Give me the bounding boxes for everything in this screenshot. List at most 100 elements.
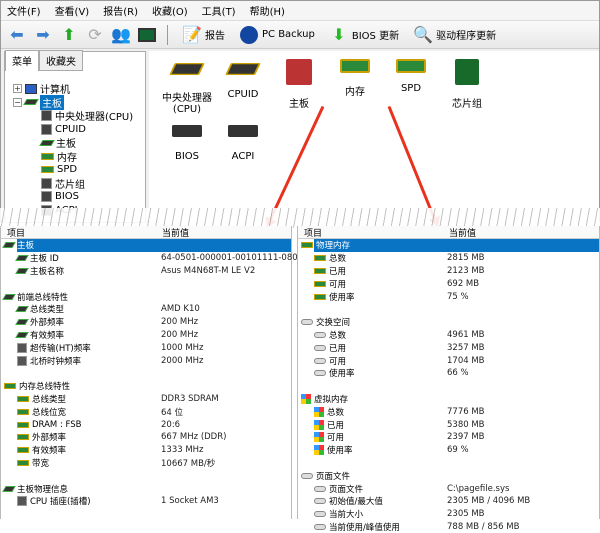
monitor-icon[interactable] <box>137 25 157 45</box>
table-row[interactable]: 使用率 75 % <box>298 290 599 303</box>
tree-item[interactable]: CPUID <box>13 123 133 137</box>
item-label: 前端总线特性 <box>17 292 69 303</box>
group-row[interactable]: 内存总线特性 <box>1 380 291 393</box>
table-row[interactable]: 总线位宽 64 位 <box>1 405 291 418</box>
menu-favorites[interactable]: 收藏(O) <box>152 3 188 18</box>
item-label: 外部频率 <box>30 318 65 329</box>
table-row[interactable]: 总数 4961 MB <box>298 329 599 342</box>
group-row[interactable]: 交换空间 <box>298 316 599 329</box>
item-value: 66 % <box>447 368 469 379</box>
table-row[interactable]: 可用 2397 MB <box>298 431 599 444</box>
group-row[interactable]: 主板 <box>1 239 291 252</box>
table-row[interactable]: 初始值/最大值 2305 MB / 4096 MB <box>298 495 599 508</box>
menu-help[interactable]: 帮助(H) <box>250 3 285 18</box>
table-row[interactable]: 总线类型 AMD K10 <box>1 303 291 316</box>
table-row[interactable]: 主板 ID 64-0501-000001-00101111-08031 <box>1 252 308 265</box>
navigation-tree: +计算机 −主板 中央处理器(CPU)CPUID主板内存SPD芯片组BIOSAC… <box>13 82 133 217</box>
icon-item[interactable]: CPUID <box>213 59 273 100</box>
chip-icon <box>225 63 261 75</box>
mem-icon <box>17 395 29 402</box>
group-row[interactable]: 虚拟内存 <box>298 393 599 406</box>
disk-icon <box>314 344 326 351</box>
tree-label: BIOS <box>55 191 80 203</box>
icon-item[interactable]: 内存 <box>325 59 385 98</box>
group-row[interactable]: 物理内存 <box>298 239 599 252</box>
tree-item-computer[interactable]: + 计算机 <box>13 82 133 96</box>
table-row[interactable]: 可用 1704 MB <box>298 354 599 367</box>
icon-item[interactable]: ACPI <box>213 121 273 162</box>
collapse-icon[interactable]: − <box>13 97 22 107</box>
table-row[interactable]: 外部频率 200 MHz <box>1 316 291 329</box>
item-icon <box>41 166 54 174</box>
expand-icon[interactable]: + <box>13 84 22 94</box>
table-row[interactable]: 带宽 10667 MB/秒 <box>1 457 291 470</box>
table-row[interactable]: DRAM : FSB 20:6 <box>1 418 291 431</box>
pc-backup-button[interactable]: PC Backup <box>235 25 319 45</box>
back-arrow-icon[interactable]: ⬅ <box>7 25 27 45</box>
table-row[interactable]: 总数 2815 MB <box>298 252 599 265</box>
item-label: 北桥时钟频率 <box>30 356 82 367</box>
menu-file[interactable]: 文件(F) <box>7 3 41 18</box>
group-row[interactable]: 页面文件 <box>298 469 599 482</box>
tree-item[interactable]: 芯片组 <box>13 177 133 191</box>
tree-item[interactable]: 中央处理器(CPU) <box>13 109 133 123</box>
table-row[interactable]: 页面文件 C:\pagefile.sys <box>298 482 599 495</box>
table-row[interactable]: 超传输(HT)频率 1000 MHz <box>1 341 291 354</box>
table-row[interactable]: 总线类型 DDR3 SDRAM <box>1 393 291 406</box>
table-row[interactable]: 有效频率 200 MHz <box>1 329 291 342</box>
chip-icon <box>169 63 205 75</box>
refresh-icon[interactable]: ⟳ <box>85 25 105 45</box>
icon-item[interactable]: SPD <box>381 59 441 94</box>
icon-item[interactable]: 中央处理器 (CPU) <box>157 59 217 115</box>
users-icon[interactable]: 👥 <box>111 25 131 45</box>
icon-item[interactable]: BIOS <box>157 121 217 162</box>
table-row[interactable]: 使用率 66 % <box>298 367 599 380</box>
column-value[interactable]: 当前值 <box>443 226 476 239</box>
menu-report[interactable]: 报告(R) <box>103 3 138 18</box>
table-row[interactable]: 总数 7776 MB <box>298 405 599 418</box>
mem-icon <box>314 280 326 287</box>
column-item[interactable]: 项目 <box>298 226 443 239</box>
column-item[interactable]: 项目 <box>1 226 156 239</box>
tab-menu[interactable]: 菜单 <box>5 50 39 71</box>
tree-item[interactable]: 内存 <box>13 150 133 164</box>
icon-item[interactable]: 主板 <box>269 59 329 110</box>
item-value: 20:6 <box>161 419 181 430</box>
tree-item-motherboard[interactable]: − 主板 <box>13 94 133 110</box>
tree-item[interactable]: SPD <box>13 163 133 177</box>
tree-item[interactable]: 主板 <box>13 136 133 150</box>
icon-label: 中央处理器 (CPU) <box>162 93 212 115</box>
tab-favorites[interactable]: 收藏夹 <box>39 50 83 71</box>
report-button[interactable]: 📝 报告 <box>178 25 229 45</box>
table-row[interactable]: 已用 5380 MB <box>298 418 599 431</box>
item-icon <box>39 139 55 146</box>
menu-tools[interactable]: 工具(T) <box>202 3 236 18</box>
menu-view[interactable]: 查看(V) <box>55 3 90 18</box>
item-label: 使用率 <box>327 446 353 457</box>
up-arrow-icon[interactable]: ⬆ <box>59 25 79 45</box>
driver-update-button[interactable]: 🔍 驱动程序更新 <box>409 25 500 45</box>
table-row[interactable]: 已用 2123 MB <box>298 265 599 278</box>
table-row[interactable]: 可用 692 MB <box>298 277 599 290</box>
table-row[interactable]: 有效频率 1333 MHz <box>1 444 291 457</box>
item-label: 主板 <box>17 241 35 252</box>
tree-item[interactable]: BIOS <box>13 190 133 204</box>
table-row[interactable]: 主板名称 Asus M4N68T-M LE V2 <box>1 265 291 278</box>
bios-update-button[interactable]: ⬇ BIOS 更新 <box>325 25 403 45</box>
table-row[interactable]: 使用率 69 % <box>298 444 599 457</box>
table-row[interactable]: CPU 插座(插槽) 1 Socket AM3 <box>1 495 291 508</box>
table-row[interactable]: 外部频率 667 MHz (DDR) <box>1 431 291 444</box>
forward-arrow-icon[interactable]: ➡ <box>33 25 53 45</box>
table-row[interactable]: 已用 3257 MB <box>298 341 599 354</box>
icon-item[interactable]: 芯片组 <box>437 59 497 110</box>
column-value[interactable]: 当前值 <box>156 226 189 239</box>
item-label: 使用率 <box>329 369 355 380</box>
group-row[interactable]: 前端总线特性 <box>1 290 291 303</box>
table-row[interactable]: 当前使用/峰值使用 788 MB / 856 MB <box>298 521 599 533</box>
mem-icon <box>314 267 326 274</box>
table-row[interactable]: 北桥时钟频率 2000 MHz <box>1 354 291 367</box>
group-row[interactable]: 主板物理信息 <box>1 482 291 495</box>
mb-icon <box>15 255 29 262</box>
bios-icon <box>228 125 258 137</box>
mem-icon <box>17 421 29 428</box>
